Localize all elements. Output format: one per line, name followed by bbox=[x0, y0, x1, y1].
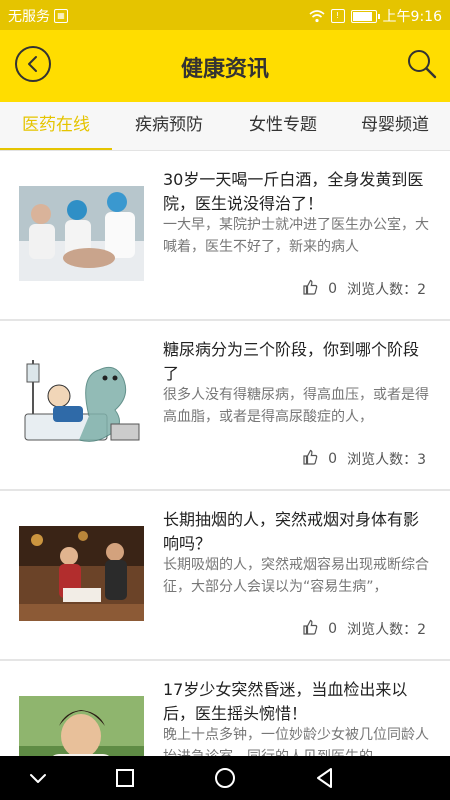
article-summary: 长期吸烟的人，突然戒烟容易出现戒断综合征，大部分人会误以为“容易生病”， bbox=[163, 557, 429, 595]
carrier-text: 无服务 bbox=[8, 9, 50, 25]
thumbs-up-icon bbox=[303, 449, 318, 465]
status-left: 无服务 ▦ bbox=[8, 6, 68, 26]
article-thumbnail bbox=[19, 356, 144, 451]
article-item[interactable]: 30岁一天喝一斤白酒，全身发黄到医院，医生说没得治了！ 一大早，某院护士就冲进了… bbox=[0, 151, 450, 321]
view-count: 浏览人数：2 bbox=[347, 282, 426, 298]
thumbs-up-icon bbox=[303, 619, 318, 635]
article-list: 30岁一天喝一斤白酒，全身发黄到医院，医生说没得治了！ 一大早，某院护士就冲进了… bbox=[0, 151, 450, 756]
tab-mother-baby[interactable]: 母婴频道 bbox=[346, 102, 444, 148]
like-button[interactable] bbox=[302, 449, 318, 469]
sim-icon: ▦ bbox=[54, 9, 68, 23]
app-header: 健康资讯 bbox=[0, 30, 450, 102]
article-title: 长期抽烟的人，突然戒烟对身体有影响吗？ bbox=[163, 510, 420, 553]
article-thumbnail bbox=[19, 526, 144, 621]
like-count: 0 bbox=[328, 281, 338, 297]
article-title: 17岁少女突然昏迷，当血检出来以后，医生摇头惋惜！ bbox=[163, 680, 408, 723]
article-meta: 0 浏览人数：3 bbox=[302, 449, 426, 469]
clock-text: 上午9:16 bbox=[382, 9, 442, 25]
wifi-icon bbox=[309, 10, 325, 23]
system-nav-bar bbox=[0, 756, 450, 800]
search-button[interactable] bbox=[406, 48, 438, 80]
article-thumbnail bbox=[19, 696, 144, 756]
nav-back-chevron-icon[interactable] bbox=[26, 766, 50, 790]
article-meta: 0 浏览人数：2 bbox=[302, 279, 426, 299]
article-title: 30岁一天喝一斤白酒，全身发黄到医院，医生说没得治了！ bbox=[163, 170, 424, 213]
sim-alert-icon: ! bbox=[330, 9, 345, 23]
tab-medicine-online[interactable]: 医药在线 bbox=[0, 102, 112, 150]
battery-icon bbox=[350, 9, 380, 23]
article-thumbnail bbox=[19, 186, 144, 281]
like-count: 0 bbox=[328, 621, 338, 637]
article-summary: 很多人没有得糖尿病，得高血压，或者是得高血脂，或者是得高尿酸症的人， bbox=[163, 387, 429, 425]
status-right: ! 上午9:16 bbox=[309, 6, 442, 26]
tab-disease-prevention[interactable]: 疾病预防 bbox=[120, 102, 218, 148]
article-meta: 0 浏览人数：2 bbox=[302, 619, 426, 639]
article-item[interactable]: 17岁少女突然昏迷，当血检出来以后，医生摇头惋惜！ 晚上十点多钟，一位妙龄少女被… bbox=[0, 661, 450, 756]
article-item[interactable]: 糖尿病分为三个阶段，你到哪个阶段了 很多人没有得糖尿病，得高血压，或者是得高血脂… bbox=[0, 321, 450, 491]
category-tabs: 医药在线 疾病预防 女性专题 母婴频道 bbox=[0, 102, 450, 151]
thumbs-up-icon bbox=[303, 279, 318, 295]
article-title: 糖尿病分为三个阶段，你到哪个阶段了 bbox=[163, 340, 420, 383]
view-count: 浏览人数：3 bbox=[347, 452, 426, 468]
page-title: 健康资讯 bbox=[180, 57, 269, 82]
like-count: 0 bbox=[328, 451, 338, 467]
like-button[interactable] bbox=[302, 279, 318, 299]
status-bar: 无服务 ▦ ! 上午9:16 bbox=[0, 0, 450, 30]
nav-home-circle-icon[interactable] bbox=[213, 766, 237, 790]
article-item[interactable]: 长期抽烟的人，突然戒烟对身体有影响吗？ 长期吸烟的人，突然戒烟容易出现戒断综合征… bbox=[0, 491, 450, 661]
view-count: 浏览人数：2 bbox=[347, 622, 426, 638]
like-button[interactable] bbox=[302, 619, 318, 639]
battery-fill bbox=[352, 11, 372, 21]
article-summary: 晚上十点多钟，一位妙龄少女被几位同龄人抬进急诊室，同行的人见到医生的 bbox=[163, 727, 429, 756]
article-summary: 一大早，某院护士就冲进了医生办公室，大喊着，医生不好了，新来的病人 bbox=[163, 217, 429, 255]
nav-back-triangle-icon[interactable] bbox=[313, 766, 337, 790]
nav-recents-square-icon[interactable] bbox=[113, 766, 137, 790]
tab-women-topics[interactable]: 女性专题 bbox=[234, 102, 332, 148]
search-icon bbox=[408, 50, 437, 79]
